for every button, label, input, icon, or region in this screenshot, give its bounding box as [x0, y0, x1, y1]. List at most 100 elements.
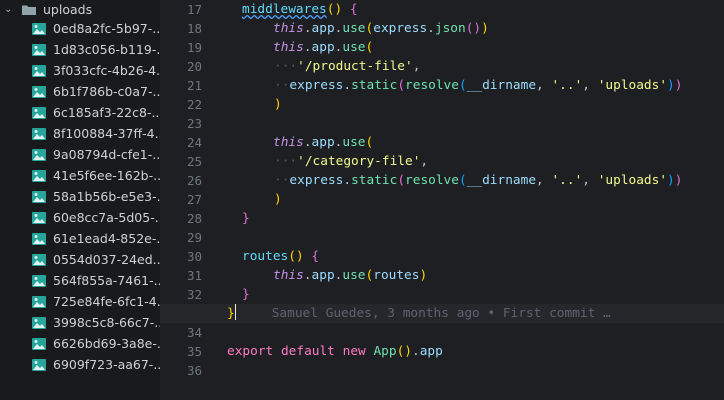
git-blame-annotation: Samuel Guedes, 3 months ago • First comm…: [271, 306, 611, 321]
file-item[interactable]: 61e1ead4-852e-...: [0, 228, 160, 249]
chevron-down-icon: ⌄: [4, 3, 13, 15]
line-number: 28: [186, 211, 202, 226]
image-file-icon: [32, 127, 46, 140]
file-name: 0554d037-24ed...: [53, 252, 160, 267]
code-token: resolve: [405, 78, 459, 93]
line-number: 35: [186, 344, 202, 359]
folder-icon: [22, 4, 36, 15]
line-number: 34: [186, 325, 202, 340]
code-line: export default new App().app: [227, 344, 443, 359]
code-token: app: [311, 21, 335, 36]
image-file-icon: [32, 22, 46, 35]
file-item[interactable]: 8f100884-37ff-4...: [0, 123, 160, 144]
code-line: ··express.static(resolve(__dirname, '..'…: [274, 173, 683, 188]
file-name: 1d83c056-b119-...: [53, 42, 160, 57]
image-file-icon: [32, 148, 46, 161]
code-line: this.app.use(: [273, 40, 374, 55]
code-token: this: [273, 40, 304, 55]
code-token: this: [273, 268, 304, 283]
line-number: 20: [186, 59, 202, 74]
code-token: express: [373, 21, 428, 36]
file-name: 6909f723-aa67-...: [53, 357, 160, 372]
line-number: 24: [186, 135, 202, 150]
file-item[interactable]: 60e8cc7a-5d05-...: [0, 207, 160, 228]
image-file-icon: [32, 106, 46, 119]
image-file-icon: [32, 211, 46, 224]
file-name: 3f033cfc-4b26-4...: [53, 63, 160, 78]
code-token: app: [311, 135, 335, 150]
file-item[interactable]: 6b1f786b-c0a7-...: [0, 81, 160, 102]
line-number: 32: [186, 287, 202, 302]
line-number: 22: [186, 97, 202, 112]
code-area[interactable]: middlewares() { this.app.use(express.jso…: [160, 0, 724, 380]
code-token: static: [351, 78, 398, 93]
current-line: } Samuel Guedes, 3 months ago • First com…: [160, 304, 724, 323]
file-name: 58a1b56b-e5e3-...: [53, 189, 160, 204]
code-line: ···'/category-file',: [274, 154, 429, 169]
image-file-icon: [32, 274, 46, 287]
file-item[interactable]: 0ed8a2fc-5b97-...: [0, 18, 160, 39]
text-cursor: [234, 304, 236, 320]
image-file-icon: [32, 169, 46, 182]
file-item[interactable]: 0554d037-24ed...: [0, 249, 160, 270]
code-token: routes: [242, 249, 289, 264]
code-line: ··express.static(resolve(__dirname, '..'…: [274, 78, 683, 93]
code-token: this: [273, 21, 304, 36]
file-item[interactable]: 41e5f6ee-162b-...: [0, 165, 160, 186]
file-name: 41e5f6ee-162b-...: [53, 168, 160, 183]
file-item[interactable]: 3998c5c8-66c7-...: [0, 312, 160, 333]
file-name: 6626bd69-3a8e-...: [53, 336, 160, 351]
file-name: 8f100884-37ff-4...: [53, 126, 160, 141]
line-number: 18: [186, 21, 202, 36]
line-number: 23: [186, 116, 202, 131]
code-token: 'uploads': [597, 78, 668, 93]
line-number: 30: [186, 249, 202, 264]
file-list: 0ed8a2fc-5b97-... 1d83c056-b119-... 3f033c…: [0, 18, 160, 375]
code-token: app: [419, 344, 443, 359]
line-number-gutter: 1718192021222324252627282930313233343536: [160, 0, 208, 380]
file-item[interactable]: 58a1b56b-e5e3-...: [0, 186, 160, 207]
file-name: 61e1ead4-852e-...: [53, 231, 160, 246]
code-token: json: [434, 21, 466, 36]
file-item[interactable]: 6909f723-aa67-...: [0, 354, 160, 375]
code-editor[interactable]: 1718192021222324252627282930313233343536…: [160, 0, 724, 400]
code-token: export: [227, 344, 274, 359]
file-name: 6b1f786b-c0a7-...: [53, 84, 160, 99]
file-item[interactable]: 9a08794d-cfe1-...: [0, 144, 160, 165]
line-number: 21: [186, 78, 202, 93]
image-file-icon: [32, 190, 46, 203]
file-item[interactable]: 1d83c056-b119-...: [0, 39, 160, 60]
code-token: App: [373, 344, 397, 359]
file-item[interactable]: 564f855a-7461-...: [0, 270, 160, 291]
file-item[interactable]: 6c185af3-22c8-...: [0, 102, 160, 123]
code-line: ···'/product-file',: [274, 59, 421, 74]
file-name: 725e84fe-6fc1-4...: [53, 294, 160, 309]
line-number: 25: [186, 154, 202, 169]
image-file-icon: [32, 43, 46, 56]
line-number: 36: [186, 363, 202, 378]
code-line: ): [274, 97, 282, 112]
vscode-window: ⌄ uploads 0ed8a2fc-5b97-... 1d83c056-b119…: [0, 0, 724, 400]
code-token: new: [342, 344, 366, 359]
file-item[interactable]: 3f033cfc-4b26-4...: [0, 60, 160, 81]
image-file-icon: [32, 295, 46, 308]
image-file-icon: [32, 232, 46, 245]
code-token: use: [342, 135, 366, 150]
code-token: middlewares: [242, 2, 327, 17]
code-token: app: [311, 40, 335, 55]
file-item[interactable]: 6626bd69-3a8e-...: [0, 333, 160, 354]
file-name: 6c185af3-22c8-...: [53, 105, 160, 120]
image-file-icon: [32, 64, 46, 77]
file-name: 0ed8a2fc-5b97-...: [53, 21, 160, 36]
code-token: __dirname: [466, 78, 537, 93]
line-number: 31: [186, 268, 202, 283]
file-item[interactable]: 725e84fe-6fc1-4...: [0, 291, 160, 312]
folder-uploads[interactable]: ⌄ uploads: [0, 0, 160, 18]
line-number: 17: [186, 2, 202, 17]
code-token: routes: [373, 268, 420, 283]
line-number: 19: [186, 40, 202, 55]
code-line: }: [242, 211, 250, 226]
